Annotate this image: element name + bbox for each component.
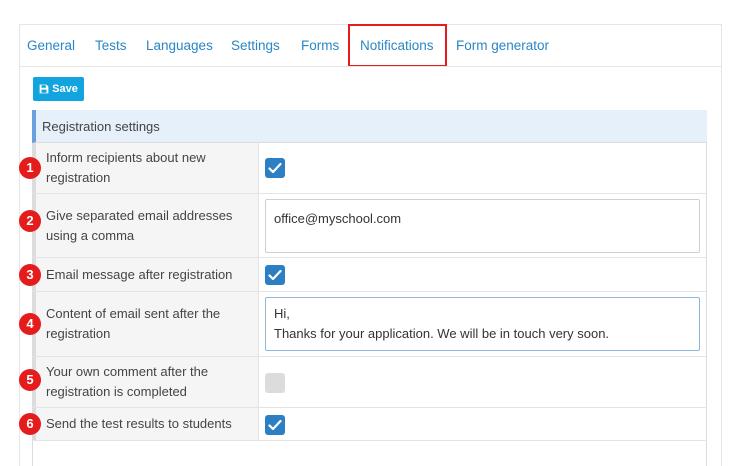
setting-label: Your own comment after the registration … [46, 364, 209, 399]
checkmark-icon [268, 269, 282, 281]
setting-label: Give separated email addresses using a c… [46, 208, 233, 243]
setting-row: Email message after registration [32, 258, 707, 292]
marker-6: 6 [19, 413, 41, 435]
email-message-checkbox[interactable] [265, 265, 285, 285]
tab-form-generator[interactable]: Form generator [456, 24, 549, 67]
floppy-disk-icon [39, 84, 49, 94]
marker-4: 4 [19, 313, 41, 335]
email-content-textarea[interactable]: Hi, Thanks for your application. We will… [265, 297, 700, 351]
tab-forms[interactable]: Forms [301, 24, 339, 67]
setting-row: Give separated email addresses using a c… [32, 194, 707, 258]
save-button[interactable]: Save [33, 77, 84, 101]
marker-3: 3 [19, 264, 41, 286]
setting-row: Content of email sent after the registra… [32, 292, 707, 357]
tab-settings[interactable]: Settings [231, 24, 280, 67]
setting-label: Email message after registration [46, 267, 233, 282]
setting-label: Content of email sent after the registra… [46, 306, 221, 341]
save-label: Save [52, 83, 78, 95]
setting-row: Inform recipients about new registration [32, 143, 707, 194]
marker-2: 2 [19, 210, 41, 232]
tab-tests[interactable]: Tests [95, 24, 127, 67]
tab-notifications[interactable]: Notifications [360, 24, 434, 67]
panel-title: Registration settings [42, 119, 160, 134]
marker-5: 5 [19, 369, 41, 391]
setting-label: Send the test results to students [46, 416, 232, 431]
setting-row: Send the test results to students [32, 408, 707, 441]
email-addresses-input[interactable]: office@myschool.com [265, 199, 700, 253]
checkmark-icon [268, 162, 282, 174]
setting-row: Your own comment after the registration … [32, 357, 707, 408]
tab-general[interactable]: General [27, 24, 75, 67]
send-test-results-checkbox[interactable] [265, 415, 285, 435]
checkmark-icon [268, 419, 282, 431]
tab-languages[interactable]: Languages [146, 24, 213, 67]
own-comment-checkbox[interactable] [265, 373, 285, 393]
marker-1: 1 [19, 157, 41, 179]
tab-bar: General Tests Languages Settings Forms N… [19, 24, 722, 67]
setting-label: Inform recipients about new registration [46, 150, 206, 185]
inform-recipients-checkbox[interactable] [265, 158, 285, 178]
